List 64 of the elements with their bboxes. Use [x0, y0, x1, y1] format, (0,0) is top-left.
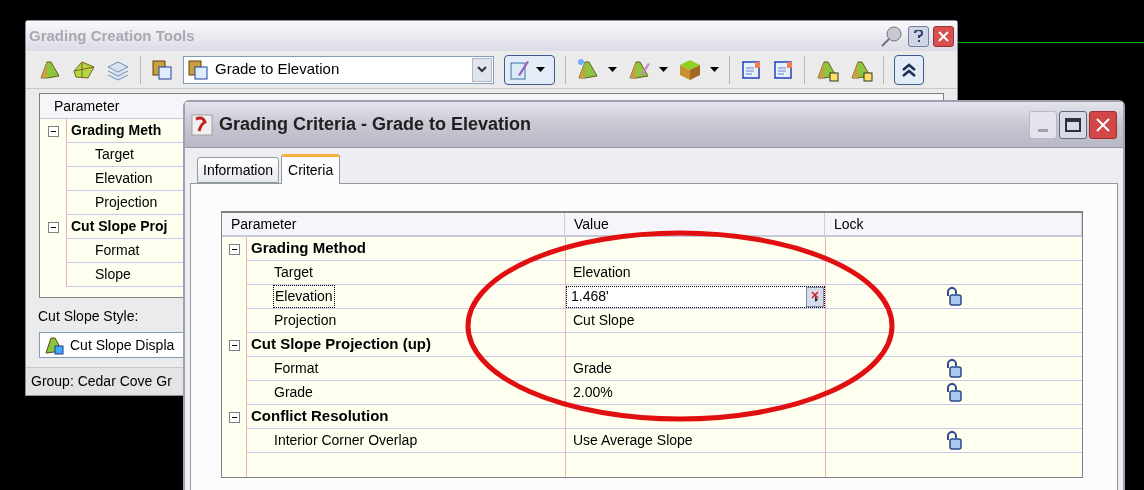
parameter-label: Projection — [273, 311, 338, 330]
group-cell: Grading Method — [246, 237, 565, 261]
value-text: Use Average Slope — [572, 431, 693, 450]
maximize-button[interactable] — [1059, 110, 1087, 139]
window-title: Grading Creation Tools — [29, 25, 195, 46]
help-button[interactable] — [908, 25, 929, 47]
copy-slope-icon[interactable] — [151, 58, 173, 81]
collapse-button[interactable] — [894, 54, 924, 85]
value-text: Grade — [572, 359, 612, 378]
collapse-toggle[interactable] — [228, 339, 240, 351]
close-button[interactable] — [933, 25, 954, 47]
parameter-label: Grade — [273, 383, 314, 402]
parameter-label: Target — [273, 263, 314, 282]
close-button[interactable] — [1089, 110, 1117, 139]
dropdown-value: Grade to Elevation — [215, 59, 340, 80]
caret-icon[interactable] — [608, 66, 617, 73]
value-text: Cut Slope — [572, 311, 635, 330]
minimize-icon — [1038, 128, 1048, 132]
collapse-toggle[interactable] — [47, 125, 59, 137]
pencil-icon — [510, 58, 530, 81]
document-icon[interactable] — [740, 59, 762, 80]
pick-button[interactable] — [806, 286, 824, 307]
tab[interactable]: Information — [197, 157, 280, 183]
close-icon — [938, 30, 949, 42]
group-cell: Cut Slope Projection (up) — [246, 333, 565, 357]
padlock-icon[interactable] — [944, 382, 964, 403]
document-icon[interactable] — [772, 59, 794, 80]
value-field[interactable]: 1.468' — [566, 285, 825, 308]
style-label: Cut Slope Style: — [38, 307, 139, 326]
slope-style-icon — [44, 335, 64, 355]
padlock-icon[interactable] — [944, 286, 964, 307]
parameter-label: Interior Corner Overlap — [273, 431, 419, 450]
caret-icon[interactable] — [659, 66, 668, 73]
parameter-label: Elevation — [273, 285, 335, 308]
question-icon — [914, 30, 923, 42]
style-value: Cut Slope Displa — [70, 335, 175, 355]
caret-icon[interactable] — [536, 66, 545, 73]
chevron-down-icon — [477, 66, 487, 73]
criteria-dropdown[interactable]: Grade to Elevation — [183, 55, 494, 84]
group-cell: Conflict Resolution — [246, 405, 565, 429]
app-icon — [191, 113, 213, 136]
caret-icon[interactable] — [710, 66, 719, 73]
close-icon — [1096, 117, 1110, 132]
column-header: Parameter — [54, 96, 120, 116]
tab[interactable]: Criteria — [281, 154, 341, 184]
pick-icon — [810, 290, 820, 303]
collapse-toggle[interactable] — [228, 243, 240, 255]
padlock-icon[interactable] — [944, 430, 964, 451]
maximize-icon — [1065, 117, 1081, 132]
value-text: Elevation — [572, 263, 631, 282]
cube-icon[interactable] — [678, 57, 702, 82]
value-text: 2.00% — [572, 383, 613, 402]
edit-split-button[interactable] — [504, 54, 555, 85]
column-header: Parameter — [231, 214, 297, 234]
column-header: Value — [574, 214, 609, 234]
column-header: Lock — [834, 214, 864, 234]
collapse-toggle[interactable] — [47, 221, 59, 233]
copy-slope-icon — [187, 58, 209, 81]
padlock-icon[interactable] — [944, 358, 964, 379]
collapse-toggle[interactable] — [228, 411, 240, 423]
slope-icon[interactable] — [576, 57, 600, 82]
double-chevron-up-icon — [901, 61, 917, 78]
status-text: Group: Cedar Cove Gr — [31, 372, 172, 391]
parameter-label: Format — [273, 359, 320, 378]
